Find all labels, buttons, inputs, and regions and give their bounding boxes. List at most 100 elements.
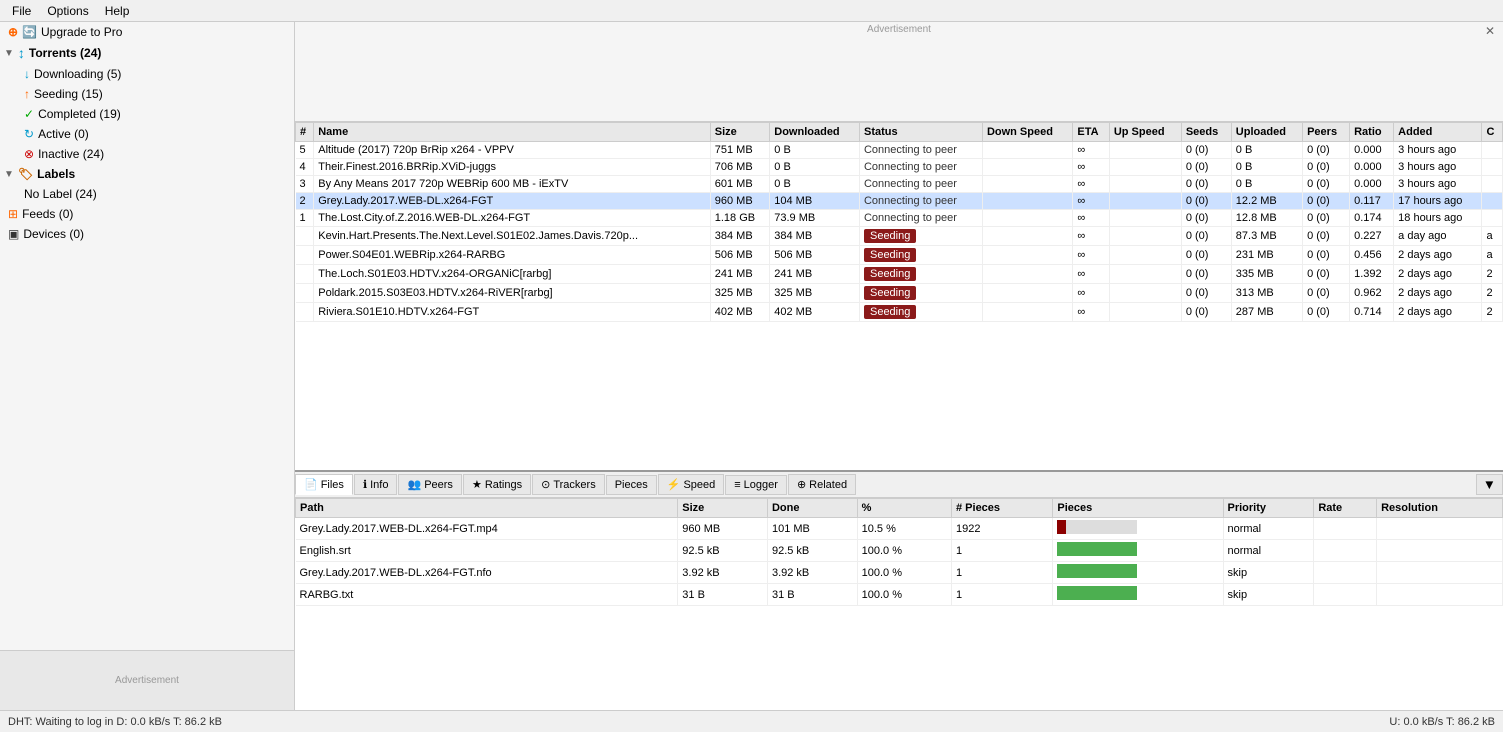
tab-trackers[interactable]: ⊙ Trackers [532, 474, 605, 495]
sidebar-item-inactive[interactable]: ⊗ Inactive (24) [0, 144, 294, 164]
cell-downloaded: 0 B [770, 142, 860, 159]
sidebar-item-active[interactable]: ↻ Active (0) [0, 124, 294, 144]
cell-added: 2 days ago [1394, 265, 1482, 284]
menu-file[interactable]: File [4, 2, 39, 20]
col-num[interactable]: # [296, 123, 314, 142]
cell-num [296, 246, 314, 265]
tab-peers[interactable]: 👥 Peers [398, 474, 461, 495]
col-name[interactable]: Name [314, 123, 711, 142]
file-done: 101 MB [767, 518, 857, 540]
speed-tab-label: Speed [683, 479, 715, 491]
sidebar-item-nolabel[interactable]: No Label (24) [0, 184, 294, 204]
list-item[interactable]: Grey.Lady.2017.WEB-DL.x264-FGT.nfo 3.92 … [296, 562, 1503, 584]
cell-added: 18 hours ago [1394, 210, 1482, 227]
list-item[interactable]: RARBG.txt 31 B 31 B 100.0 % 1 skip [296, 584, 1503, 606]
table-row[interactable]: 2 Grey.Lady.2017.WEB-DL.x264-FGT 960 MB … [296, 193, 1503, 210]
table-row[interactable]: 3 By Any Means 2017 720p WEBRip 600 MB -… [296, 176, 1503, 193]
col-size[interactable]: Size [710, 123, 770, 142]
files-col-path[interactable]: Path [296, 499, 678, 518]
files-col-pieces-bar[interactable]: Pieces [1053, 499, 1223, 518]
cell-up-speed [1109, 303, 1181, 322]
table-row[interactable]: 4 Their.Finest.2016.BRRip.XViD-juggs 706… [296, 159, 1503, 176]
table-row[interactable]: Power.S04E01.WEBRip.x264-RARBG 506 MB 50… [296, 246, 1503, 265]
sidebar-item-devices[interactable]: ▣ Devices (0) [0, 224, 294, 244]
tab-info[interactable]: ℹ Info [354, 474, 398, 495]
cell-peers: 0 (0) [1303, 303, 1350, 322]
tab-related[interactable]: ⊕ Related [788, 474, 856, 495]
tab-ratings[interactable]: ★ Ratings [463, 474, 531, 495]
cell-down-speed [982, 176, 1072, 193]
cell-num: 3 [296, 176, 314, 193]
table-row[interactable]: Riviera.S01E10.HDTV.x264-FGT 402 MB 402 … [296, 303, 1503, 322]
logger-tab-label: Logger [744, 479, 778, 491]
cell-name: Grey.Lady.2017.WEB-DL.x264-FGT [314, 193, 711, 210]
related-tab-icon: ⊕ [797, 478, 806, 491]
close-ad-button[interactable]: ✕ [1485, 24, 1495, 38]
cell-ratio: 0.174 [1350, 210, 1394, 227]
cell-c [1482, 193, 1503, 210]
col-peers[interactable]: Peers [1303, 123, 1350, 142]
col-c[interactable]: C [1482, 123, 1503, 142]
col-uploaded[interactable]: Uploaded [1231, 123, 1302, 142]
sidebar-ad-label: Advertisement [115, 675, 179, 686]
file-size: 960 MB [678, 518, 768, 540]
files-container[interactable]: Path Size Done % # Pieces Pieces Priorit… [295, 498, 1503, 710]
table-row[interactable]: 5 Altitude (2017) 720p BrRip x264 - VPPV… [296, 142, 1503, 159]
menu-options[interactable]: Options [39, 2, 96, 20]
torrents-label: Torrents (24) [29, 46, 101, 60]
sidebar-upgrade[interactable]: ⊕ 🔄 Upgrade to Pro [0, 22, 294, 42]
cell-up-speed [1109, 176, 1181, 193]
files-col-pieces[interactable]: # Pieces [952, 499, 1053, 518]
table-row[interactable]: 1 The.Lost.City.of.Z.2016.WEB-DL.x264-FG… [296, 210, 1503, 227]
col-down-speed[interactable]: Down Speed [982, 123, 1072, 142]
sidebar-item-feeds[interactable]: ⊞ Feeds (0) [0, 204, 294, 224]
cell-eta: ∞ [1073, 193, 1109, 210]
sidebar-section-labels[interactable]: ▼ 🏷 Labels [0, 164, 294, 184]
list-item[interactable]: English.srt 92.5 kB 92.5 kB 100.0 % 1 no… [296, 540, 1503, 562]
cell-name: The.Loch.S01E03.HDTV.x264-ORGANiC[rarbg] [314, 265, 711, 284]
right-panel: Advertisement ✕ # Name Size Downloaded S… [295, 22, 1503, 710]
cell-size: 402 MB [710, 303, 770, 322]
cell-peers: 0 (0) [1303, 159, 1350, 176]
table-row[interactable]: Poldark.2015.S03E03.HDTV.x264-RiVER[rarb… [296, 284, 1503, 303]
files-col-done[interactable]: Done [767, 499, 857, 518]
files-col-rate[interactable]: Rate [1314, 499, 1377, 518]
tab-expand-button[interactable]: ▼ [1476, 474, 1503, 495]
cell-up-speed [1109, 265, 1181, 284]
sidebar-item-downloading[interactable]: ↓ Downloading (5) [0, 64, 294, 84]
col-ratio[interactable]: Ratio [1350, 123, 1394, 142]
col-up-speed[interactable]: Up Speed [1109, 123, 1181, 142]
cell-uploaded: 0 B [1231, 142, 1302, 159]
cell-up-speed [1109, 159, 1181, 176]
files-col-pct[interactable]: % [857, 499, 951, 518]
cell-num [296, 303, 314, 322]
col-downloaded[interactable]: Downloaded [770, 123, 860, 142]
tab-logger[interactable]: ≡ Logger [725, 475, 787, 495]
table-row[interactable]: The.Loch.S01E03.HDTV.x264-ORGANiC[rarbg]… [296, 265, 1503, 284]
table-row[interactable]: Kevin.Hart.Presents.The.Next.Level.S01E0… [296, 227, 1503, 246]
info-tab-icon: ℹ [363, 478, 367, 491]
files-col-resolution[interactable]: Resolution [1377, 499, 1503, 518]
col-status[interactable]: Status [859, 123, 982, 142]
cell-ratio: 0.000 [1350, 142, 1394, 159]
ratings-tab-icon: ★ [472, 478, 482, 491]
sidebar-section-torrents[interactable]: ▼ ↕ Torrents (24) [0, 42, 294, 64]
cell-downloaded: 104 MB [770, 193, 860, 210]
tab-files[interactable]: 📄 Files [295, 474, 353, 495]
file-path: Grey.Lady.2017.WEB-DL.x264-FGT.nfo [296, 562, 678, 584]
sidebar-item-seeding[interactable]: ↑ Seeding (15) [0, 84, 294, 104]
cell-uploaded: 287 MB [1231, 303, 1302, 322]
tab-speed[interactable]: ⚡ Speed [658, 474, 725, 495]
col-eta[interactable]: ETA [1073, 123, 1109, 142]
files-col-priority[interactable]: Priority [1223, 499, 1314, 518]
col-added[interactable]: Added [1394, 123, 1482, 142]
col-seeds[interactable]: Seeds [1181, 123, 1231, 142]
tab-pieces[interactable]: Pieces [606, 475, 657, 495]
sidebar-item-completed[interactable]: ✓ Completed (19) [0, 104, 294, 124]
files-col-size[interactable]: Size [678, 499, 768, 518]
cell-seeds: 0 (0) [1181, 227, 1231, 246]
menu-help[interactable]: Help [97, 2, 138, 20]
active-label: Active (0) [38, 127, 89, 141]
list-item[interactable]: Grey.Lady.2017.WEB-DL.x264-FGT.mp4 960 M… [296, 518, 1503, 540]
torrent-table-container[interactable]: # Name Size Downloaded Status Down Speed… [295, 122, 1503, 470]
